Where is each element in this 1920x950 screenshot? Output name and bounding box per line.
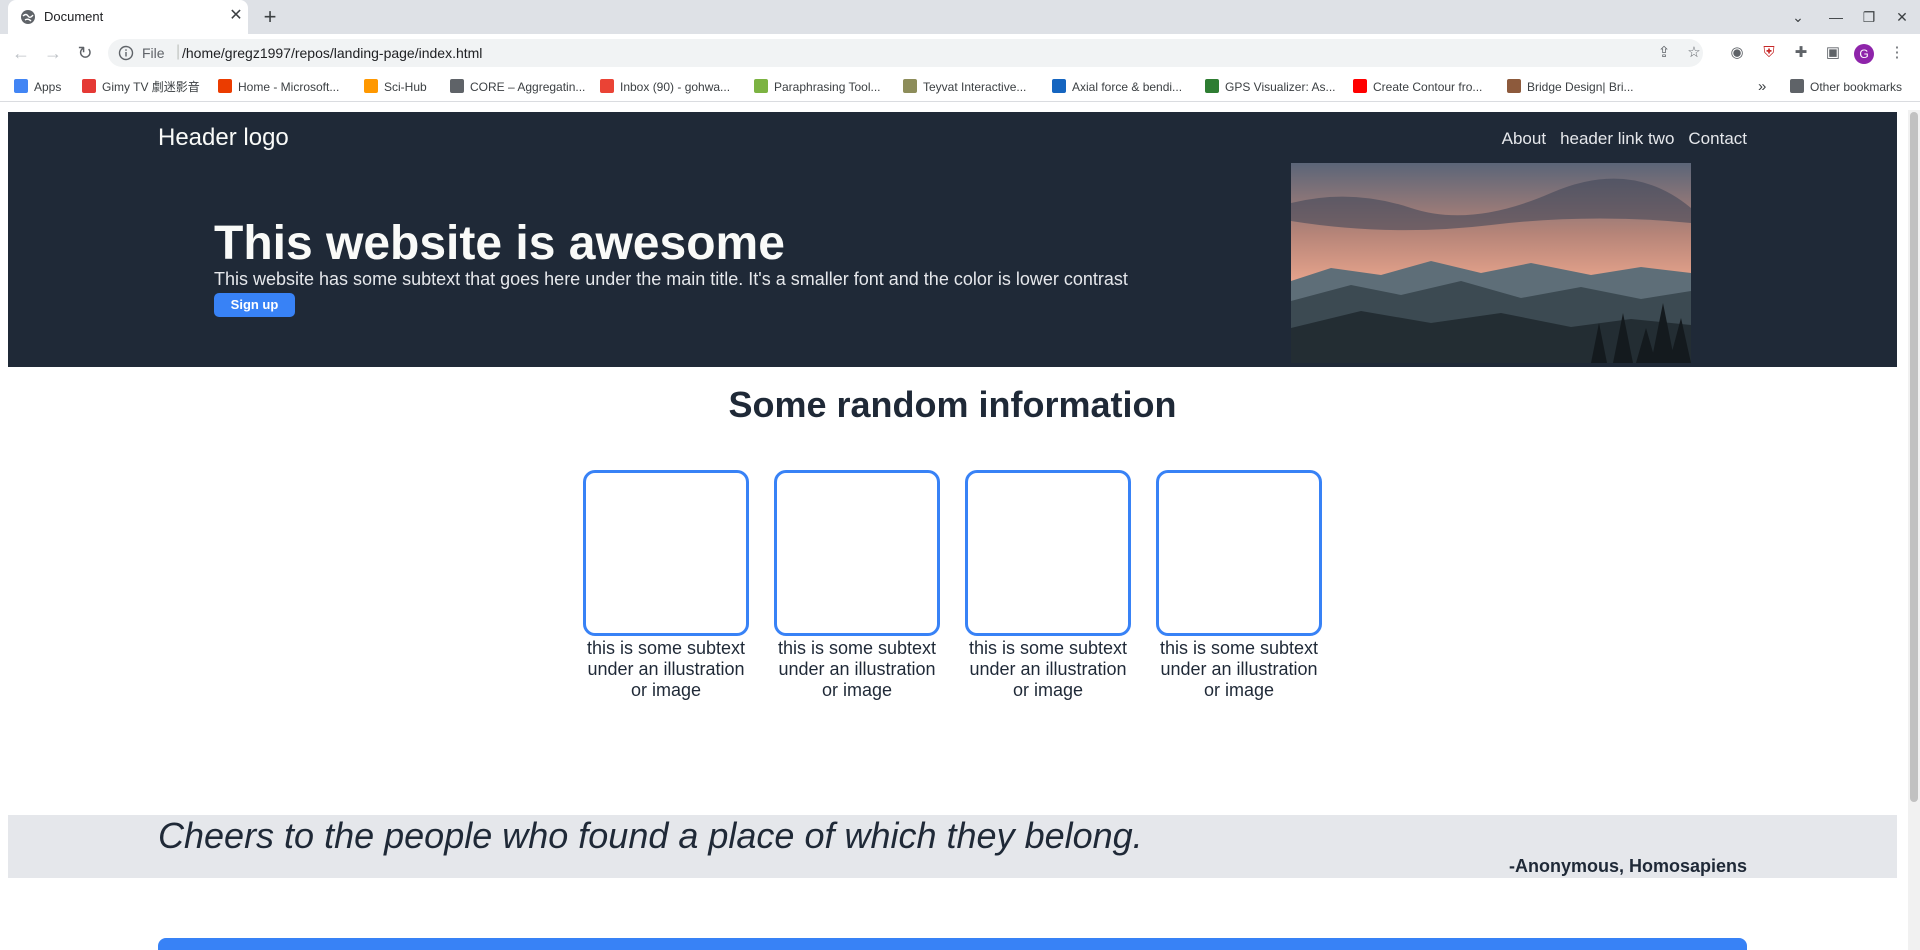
url-text[interactable]: /home/gregz1997/repos/landing-page/index… xyxy=(182,45,482,61)
star-icon[interactable]: ☆ xyxy=(1683,42,1705,64)
header-logo[interactable]: Header logo xyxy=(158,124,289,152)
other-bookmarks-folder[interactable]: Other bookmarks xyxy=(1790,77,1902,97)
bookmark-label: Create Contour fro... xyxy=(1373,80,1483,94)
card-image-placeholder xyxy=(774,470,940,636)
reload-icon[interactable]: ↻ xyxy=(72,40,98,66)
bookmark-label: CORE – Aggregatin... xyxy=(470,80,586,94)
info-card: this is some subtext under an illustrati… xyxy=(583,470,749,701)
browser-toolbar: ← → ↻ File | /home/gregz1997/repos/landi… xyxy=(0,34,1920,72)
bookmark-favicon-icon xyxy=(1052,79,1066,93)
url-separator: | xyxy=(176,43,181,60)
menu-kebab-icon[interactable]: ⋮ xyxy=(1886,42,1908,64)
bookmark-favicon-icon xyxy=(450,79,464,93)
ublock-icon[interactable]: ⛨ xyxy=(1758,42,1780,64)
info-card: this is some subtext under an illustrati… xyxy=(774,470,940,701)
bookmark-item[interactable]: GPS Visualizer: As... xyxy=(1205,77,1336,97)
hero-landscape-image xyxy=(1291,163,1691,363)
bookmark-label: Home - Microsoft... xyxy=(238,80,340,94)
nav-link-contact[interactable]: Contact xyxy=(1688,129,1747,149)
bookmark-label: Axial force & bendi... xyxy=(1072,80,1183,94)
back-arrow-icon[interactable]: ← xyxy=(8,40,34,66)
quote-text: Cheers to the people who found a place o… xyxy=(158,815,1143,856)
extensions-puzzle-icon[interactable]: ✚ xyxy=(1790,42,1812,64)
bookmark-label: Apps xyxy=(34,80,62,94)
address-bar[interactable]: File | /home/gregz1997/repos/landing-pag… xyxy=(108,39,1703,67)
sign-up-button[interactable]: Sign up xyxy=(214,293,295,317)
other-bookmarks-label: Other bookmarks xyxy=(1810,80,1903,94)
minimize-icon[interactable]: — xyxy=(1824,6,1848,28)
card-caption: this is some subtext under an illustrati… xyxy=(968,638,1128,700)
url-scheme: File xyxy=(142,45,165,61)
card-caption: this is some subtext under an illustrati… xyxy=(586,638,746,700)
tab-list-icon[interactable]: ⌄ xyxy=(1786,6,1810,28)
hero-section: Header logo About header link two Contac… xyxy=(8,112,1897,367)
bookmark-favicon-icon xyxy=(1205,79,1219,93)
card-image-placeholder xyxy=(1156,470,1322,636)
share-icon[interactable]: ⇪ xyxy=(1653,42,1675,64)
browser-chrome: Document ✕ + ⌄ — ❐ ✕ ← → ↻ File | /home/… xyxy=(0,0,1920,110)
bookmark-favicon-icon xyxy=(1507,79,1521,93)
card-image-placeholder xyxy=(583,470,749,636)
profile-avatar[interactable]: G xyxy=(1854,44,1874,64)
bookmark-label: GPS Visualizer: As... xyxy=(1225,80,1336,94)
side-panel-icon[interactable]: ▣ xyxy=(1822,42,1844,64)
bookmark-favicon-icon xyxy=(1353,79,1367,93)
card-caption: this is some subtext under an illustrati… xyxy=(777,638,937,700)
page-viewport: Header logo About header link two Contac… xyxy=(0,110,1908,950)
nav-link-about[interactable]: About xyxy=(1502,129,1546,149)
info-card: this is some subtext under an illustrati… xyxy=(965,470,1131,701)
bookmark-label: Sci-Hub xyxy=(384,80,427,94)
card-caption: this is some subtext under an illustrati… xyxy=(1159,638,1319,700)
bookmark-favicon-icon xyxy=(903,79,917,93)
tab-close-icon[interactable]: ✕ xyxy=(226,6,246,26)
info-icon[interactable] xyxy=(118,45,134,61)
window-close-icon[interactable]: ✕ xyxy=(1890,6,1914,28)
tab-strip: Document ✕ + ⌄ — ❐ ✕ xyxy=(0,0,1920,34)
bookmark-item[interactable]: Apps xyxy=(14,77,61,97)
forward-arrow-icon[interactable]: → xyxy=(40,40,66,66)
bookmark-favicon-icon xyxy=(82,79,96,93)
info-section-title: Some random information xyxy=(728,384,1177,425)
bookmark-item[interactable]: Teyvat Interactive... xyxy=(903,77,1026,97)
bookmark-label: Paraphrasing Tool... xyxy=(774,80,881,94)
bookmark-item[interactable]: Home - Microsoft... xyxy=(218,77,339,97)
apps-grid-icon xyxy=(14,79,28,93)
restore-icon[interactable]: ❐ xyxy=(1857,6,1881,28)
tab-document[interactable]: Document ✕ xyxy=(8,0,248,34)
call-to-action-section xyxy=(158,938,1747,950)
hero-subtext: This website has some subtext that goes … xyxy=(214,269,1128,289)
tab-title: Document xyxy=(44,9,104,24)
quote-section: Cheers to the people who found a place o… xyxy=(8,815,1897,878)
folder-icon xyxy=(1790,79,1804,93)
bookmark-label: Gimy TV 劇迷影音 xyxy=(102,80,200,94)
bookmark-label: Bridge Design| Bri... xyxy=(1527,80,1634,94)
bookmark-item[interactable]: Axial force & bendi... xyxy=(1052,77,1182,97)
bookmark-item[interactable]: Sci-Hub xyxy=(364,77,427,97)
bookmark-label: Inbox (90) - gohwa... xyxy=(620,80,731,94)
info-card: this is some subtext under an illustrati… xyxy=(1156,470,1322,701)
bookmark-item[interactable]: Inbox (90) - gohwa... xyxy=(600,77,730,97)
bookmark-favicon-icon xyxy=(218,79,232,93)
nav-link-two[interactable]: header link two xyxy=(1560,129,1674,149)
bookmark-item[interactable]: Gimy TV 劇迷影音 xyxy=(82,77,200,97)
quote-author: -Anonymous, Homosapiens xyxy=(1508,856,1747,876)
bookmark-item[interactable]: Create Contour fro... xyxy=(1353,77,1482,97)
scrollbar-thumb[interactable] xyxy=(1910,112,1918,802)
bookmarks-bar: Apps Gimy TV 劇迷影音 Home - Microsoft... Sci-H… xyxy=(0,72,1920,102)
bookmark-favicon-icon xyxy=(600,79,614,93)
header-nav: About header link two Contact xyxy=(1502,129,1747,149)
bookmark-item[interactable]: Paraphrasing Tool... xyxy=(754,77,881,97)
globe-icon xyxy=(21,10,35,24)
hero-title: This website is awesome xyxy=(214,217,785,270)
bookmark-item[interactable]: Bridge Design| Bri... xyxy=(1507,77,1634,97)
vertical-scrollbar[interactable] xyxy=(1908,110,1920,950)
bookmark-favicon-icon xyxy=(754,79,768,93)
bookmarks-overflow-icon[interactable]: » xyxy=(1758,77,1766,97)
bookmark-favicon-icon xyxy=(364,79,378,93)
card-image-placeholder xyxy=(965,470,1131,636)
new-tab-button[interactable]: + xyxy=(258,6,282,30)
bookmark-label: Teyvat Interactive... xyxy=(923,80,1027,94)
extension-eye-icon[interactable]: ◉ xyxy=(1726,42,1748,64)
bookmark-item[interactable]: CORE – Aggregatin... xyxy=(450,77,585,97)
